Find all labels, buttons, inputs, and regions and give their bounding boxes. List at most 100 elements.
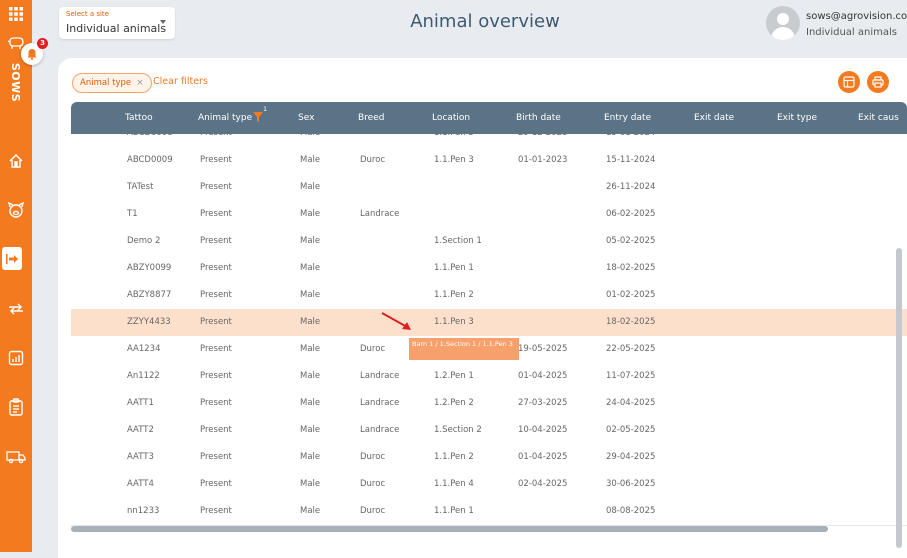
clear-filters-link[interactable]: Clear filters bbox=[153, 76, 208, 87]
close-icon[interactable]: × bbox=[136, 78, 144, 88]
table-cell: Male bbox=[300, 317, 321, 327]
table-cell: T1 bbox=[127, 209, 138, 219]
horizontal-scrollbar[interactable] bbox=[71, 526, 828, 532]
column-header[interactable]: Exit caus bbox=[858, 102, 899, 134]
table-cell: Duroc bbox=[360, 452, 386, 462]
table-settings-button[interactable] bbox=[838, 71, 860, 93]
table-cell: 11-07-2025 bbox=[606, 371, 656, 381]
table-cell: Male bbox=[300, 344, 321, 354]
column-header[interactable]: Sex bbox=[298, 102, 314, 134]
column-header[interactable]: Tattoo bbox=[125, 102, 153, 134]
column-header[interactable]: Entry date bbox=[604, 102, 651, 134]
table-row[interactable]: AATT2 Present Male Landrace 1.Section 2 10-04… bbox=[71, 417, 907, 445]
table-cell: Male bbox=[300, 290, 321, 300]
truck-icon[interactable] bbox=[4, 446, 28, 468]
table-cell: 24-04-2025 bbox=[606, 398, 656, 408]
table-cell: 1.1.Pen 3 bbox=[434, 155, 474, 165]
table-cell: TATest bbox=[127, 182, 154, 192]
table-cell: Present bbox=[200, 317, 232, 327]
column-header[interactable]: Exit date bbox=[694, 102, 734, 134]
table-cell: 01-02-2025 bbox=[606, 290, 656, 300]
sow-icon[interactable] bbox=[4, 199, 28, 221]
site-selector[interactable]: Select a site Individual animals bbox=[59, 7, 175, 39]
table-cell: Male bbox=[300, 182, 321, 192]
vertical-scrollbar[interactable] bbox=[896, 248, 902, 548]
table-cell: Present bbox=[200, 236, 232, 246]
table-row[interactable]: AATT1 Present Male Landrace 1.2.Pen 2 27-03-2… bbox=[71, 390, 907, 418]
table-cell: 22-05-2025 bbox=[606, 344, 656, 354]
table-cell: Present bbox=[200, 479, 232, 489]
column-header[interactable]: Birth date bbox=[516, 102, 561, 134]
animals-table: ABCD0008PresentMale1.1.Pen 329-12-202315… bbox=[71, 102, 907, 532]
filter-count-badge: 1 bbox=[263, 105, 268, 113]
table-cell: Landrace bbox=[360, 371, 400, 381]
table-cell: Landrace bbox=[360, 398, 400, 408]
table-cell: Present bbox=[200, 371, 232, 381]
column-header[interactable]: Animal type bbox=[198, 102, 252, 134]
transfer-icon[interactable] bbox=[4, 298, 28, 320]
table-cell: AATT1 bbox=[127, 398, 154, 408]
table-cell: Present bbox=[200, 209, 232, 219]
sidebar: SOWS bbox=[0, 0, 32, 552]
table-cell: Duroc bbox=[360, 479, 386, 489]
table-row[interactable]: nn1233 Present Male Duroc 1.1.Pen 1 08-08-202… bbox=[71, 498, 907, 526]
table-row[interactable]: ABZY8877 Present Male 1.1.Pen 2 01-02-2025 bbox=[71, 282, 907, 310]
table-header: Tattoo Animal type Sex Breed Location Birth d… bbox=[71, 102, 907, 134]
table-row[interactable]: TATest Present Male 26-11-2024 bbox=[71, 174, 907, 202]
table-row[interactable]: ABCD0009 Present Male Duroc 1.1.Pen 3 01-01-2… bbox=[71, 147, 907, 175]
table-cell: 26-11-2024 bbox=[606, 182, 656, 192]
table-row[interactable]: ZZYY4433 Present Male 1.1.Pen 3 18-02-2025 bbox=[71, 309, 907, 337]
table-cell: 01-01-2023 bbox=[518, 155, 568, 165]
table-cell: Demo 2 bbox=[127, 236, 161, 246]
table-row[interactable]: An1122 Present Male Landrace 1.2.Pen 1 01-04-… bbox=[71, 363, 907, 391]
table-cell: 1.1.Pen 4 bbox=[434, 479, 474, 489]
table-cell: 18-02-2025 bbox=[606, 317, 656, 327]
table-cell: Landrace bbox=[360, 209, 400, 219]
table-row[interactable]: ABZY0099 Present Male 1.1.Pen 1 18-02-2025 bbox=[71, 255, 907, 283]
table-cell: Male bbox=[300, 506, 321, 516]
table-cell: 1.1.Pen 2 bbox=[434, 452, 474, 462]
table-row[interactable]: AATT3 Present Male Duroc 1.1.Pen 2 01-04-2025… bbox=[71, 444, 907, 472]
table-cell: Male bbox=[300, 398, 321, 408]
filter-chip[interactable]: Animal type × bbox=[72, 73, 152, 93]
table-cell: Male bbox=[300, 263, 321, 273]
filter-icon[interactable] bbox=[253, 111, 263, 123]
table-cell: An1122 bbox=[127, 371, 160, 381]
report-icon[interactable] bbox=[4, 347, 28, 369]
exit-arrow-icon[interactable] bbox=[2, 247, 22, 270]
table-cell: ABZY8877 bbox=[127, 290, 172, 300]
column-header[interactable]: Location bbox=[432, 102, 470, 134]
table-cell: 06-02-2025 bbox=[606, 209, 656, 219]
table-row[interactable]: T1 Present Male Landrace 06-02-2025 bbox=[71, 201, 907, 229]
table-row[interactable]: Demo 2 Present Male 1.Section 1 05-02-2025 bbox=[71, 228, 907, 256]
location-tooltip: Barn 1 / 1.Section 1 / 1.1.Pen 3 bbox=[409, 338, 519, 360]
home-icon[interactable] bbox=[4, 150, 28, 172]
table-cell: Present bbox=[200, 506, 232, 516]
grid-icon[interactable] bbox=[4, 3, 28, 25]
table-cell: 1.1.Pen 1 bbox=[434, 506, 474, 516]
table-cell: 19-05-2025 bbox=[518, 344, 568, 354]
checklist-icon[interactable] bbox=[4, 396, 28, 418]
table-cell: Present bbox=[200, 344, 232, 354]
table-cell: Male bbox=[300, 425, 321, 435]
table-cell: 02-05-2025 bbox=[606, 425, 656, 435]
table-cell: Present bbox=[200, 452, 232, 462]
print-button[interactable] bbox=[867, 71, 889, 93]
column-header[interactable]: Exit type bbox=[777, 102, 817, 134]
site-selector-label: Select a site bbox=[66, 10, 109, 18]
table-cell: 1.1.Pen 3 bbox=[434, 317, 474, 327]
page-title: Animal overview bbox=[410, 11, 560, 32]
table-cell: 05-02-2025 bbox=[606, 236, 656, 246]
table-cell: Landrace bbox=[360, 425, 400, 435]
column-header[interactable]: Breed bbox=[358, 102, 384, 134]
table-cell: nn1233 bbox=[127, 506, 160, 516]
avatar[interactable] bbox=[766, 6, 800, 40]
table-cell: Male bbox=[300, 236, 321, 246]
table-cell: Male bbox=[300, 155, 321, 165]
table-cell: ABCD0009 bbox=[127, 155, 173, 165]
table-cell: ABZY0099 bbox=[127, 263, 172, 273]
table-cell: Male bbox=[300, 479, 321, 489]
site-selector-value: Individual animals bbox=[66, 22, 167, 35]
print-icon bbox=[872, 76, 884, 88]
table-row[interactable]: AATT4 Present Male Duroc 1.1.Pen 4 02-04-2025… bbox=[71, 471, 907, 499]
